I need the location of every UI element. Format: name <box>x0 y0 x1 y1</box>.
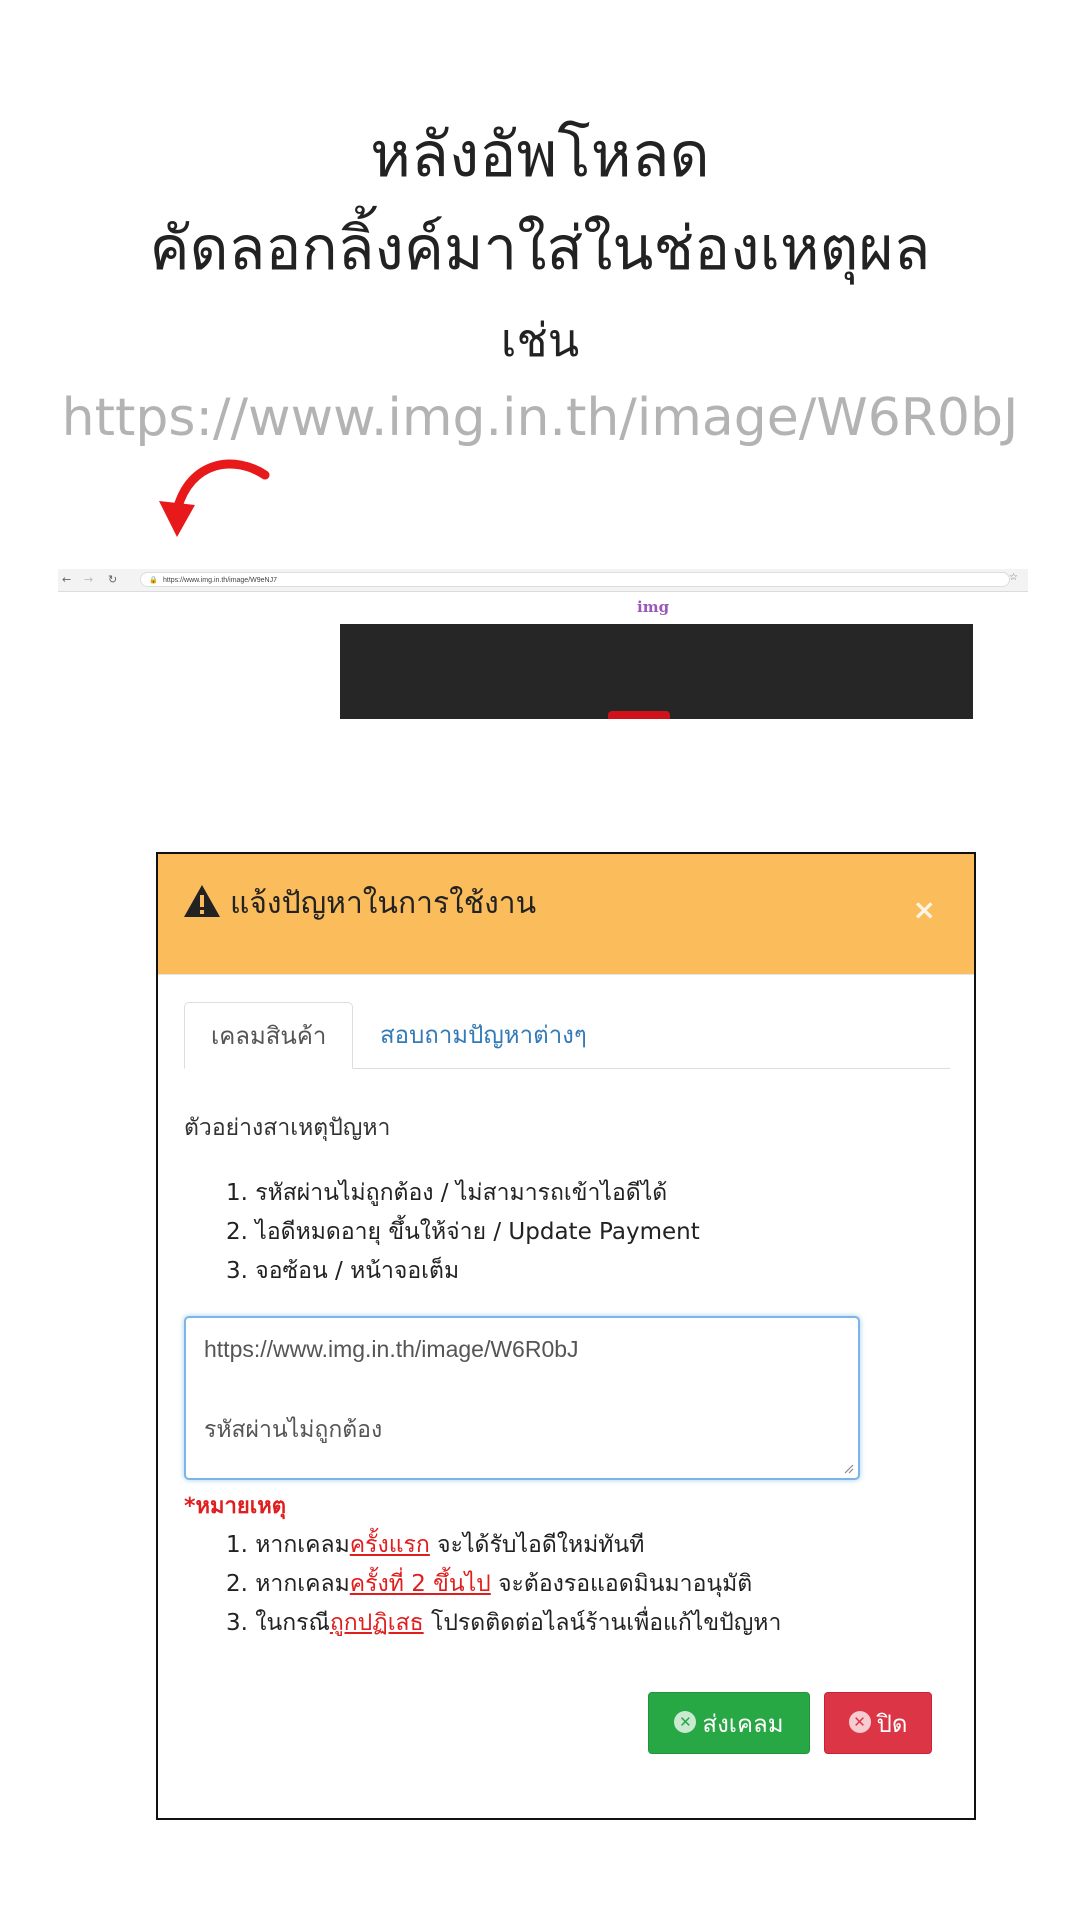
note-highlight: ถูกปฏิเสธ <box>329 1610 424 1636</box>
note-text: จะต้องรอแอดมินมาอนุมัติ <box>490 1571 753 1597</box>
modal-header: แจ้งปัญหาในการใช้งาน × <box>158 854 974 975</box>
note-text: 3. ในกรณี <box>226 1610 330 1636</box>
curved-arrow-icon <box>159 459 270 537</box>
headline-line-3: เช่น <box>500 313 580 367</box>
submit-claim-button[interactable]: ✕ ส่งเคลม <box>648 1692 810 1754</box>
list-item: 2. หากเคลมครั้งที่ 2 ขึ้นไป จะต้องรอแอดม… <box>226 1565 781 1604</box>
note-text: โปรดติดต่อไลน์ร้านเพื่อแก้ไขปัญหา <box>423 1610 782 1636</box>
tab-inquiry[interactable]: สอบถามปัญหาต่างๆ <box>354 1002 613 1068</box>
tab-bar: เคลมสินค้า สอบถามปัญหาต่างๆ <box>184 1002 950 1069</box>
site-logo: img <box>637 598 670 616</box>
tab-claim[interactable]: เคลมสินค้า <box>184 1002 354 1069</box>
reload-icon[interactable]: ↻ <box>108 572 117 588</box>
address-bar[interactable]: 🔒 https://www.img.in.th/image/W9eNJ7 <box>140 572 1010 587</box>
site-banner <box>340 624 973 719</box>
reason-textarea[interactable]: https://www.img.in.th/image/W6R0bJ รหัสผ… <box>184 1316 860 1480</box>
close-icon[interactable]: × <box>913 896 936 924</box>
reason-line-2: รหัสผ่านไม่ถูกต้อง <box>204 1416 383 1442</box>
example-url: https://www.img.in.th/image/W6R0bJ <box>61 388 1019 448</box>
close-button[interactable]: ✕ ปิด <box>824 1692 932 1754</box>
list-item: 3. จอซ้อน / หน้าจอเต็ม <box>226 1258 460 1284</box>
note-text: 1. หากเคลม <box>226 1532 350 1558</box>
close-circle-icon: ✕ <box>848 1711 871 1733</box>
reason-line-1: https://www.img.in.th/image/W6R0bJ <box>204 1336 579 1362</box>
address-text: https://www.img.in.th/image/W9eNJ7 <box>163 577 277 584</box>
examples-list: 1. รหัสผ่านไม่ถูกต้อง / ไม่สามารถเข้าไอด… <box>226 1174 700 1291</box>
lock-icon: 🔒 <box>149 577 158 584</box>
browser-toolbar: ← → ↻ 🔒 https://www.img.in.th/image/W9eN… <box>58 569 1028 592</box>
close-label: ปิด <box>876 1710 908 1738</box>
resize-handle-icon[interactable] <box>842 1462 854 1474</box>
note-text: จะได้รับไอดีใหม่ทันที <box>429 1532 645 1558</box>
forward-icon[interactable]: → <box>84 572 93 588</box>
examples-label: ตัวอย่างสาเหตุปัญหา <box>184 1115 391 1141</box>
submit-label: ส่งเคลม <box>702 1710 784 1738</box>
modal-title: แจ้งปัญหาในการใช้งาน <box>230 886 537 921</box>
headline-line-1: หลังอัพโหลด <box>370 118 710 191</box>
note-text: 2. หากเคลม <box>226 1571 350 1597</box>
star-icon[interactable]: ☆ <box>1009 572 1018 583</box>
back-icon[interactable]: ← <box>62 572 71 588</box>
notes-list: 1. หากเคลมครั้งแรก จะได้รับไอดีใหม่ทันที… <box>226 1526 781 1643</box>
note-title: *หมายเหตุ <box>184 1494 287 1519</box>
list-item: 1. รหัสผ่านไม่ถูกต้อง / ไม่สามารถเข้าไอด… <box>226 1180 668 1206</box>
note-highlight: ครั้งแรก <box>349 1532 430 1558</box>
note-highlight: ครั้งที่ 2 ขึ้นไป <box>349 1571 491 1597</box>
banner-graphic <box>608 711 670 719</box>
list-item: 1. หากเคลมครั้งแรก จะได้รับไอดีใหม่ทันที <box>226 1526 781 1565</box>
submit-icon: ✕ <box>674 1711 697 1733</box>
headline-line-2: คัดลอกลิ้งค์มาใส่ในช่องเหตุผล <box>149 214 931 284</box>
list-item: 3. ในกรณีถูกปฏิเสธ โปรดติดต่อไลน์ร้านเพื… <box>226 1604 781 1643</box>
report-problem-modal: แจ้งปัญหาในการใช้งาน × เคลมสินค้า สอบถาม… <box>156 852 976 1820</box>
list-item: 2. ไอดีหมดอายุ ขึ้นให้จ่าย / Update Paym… <box>226 1219 700 1245</box>
warning-icon <box>184 885 220 917</box>
